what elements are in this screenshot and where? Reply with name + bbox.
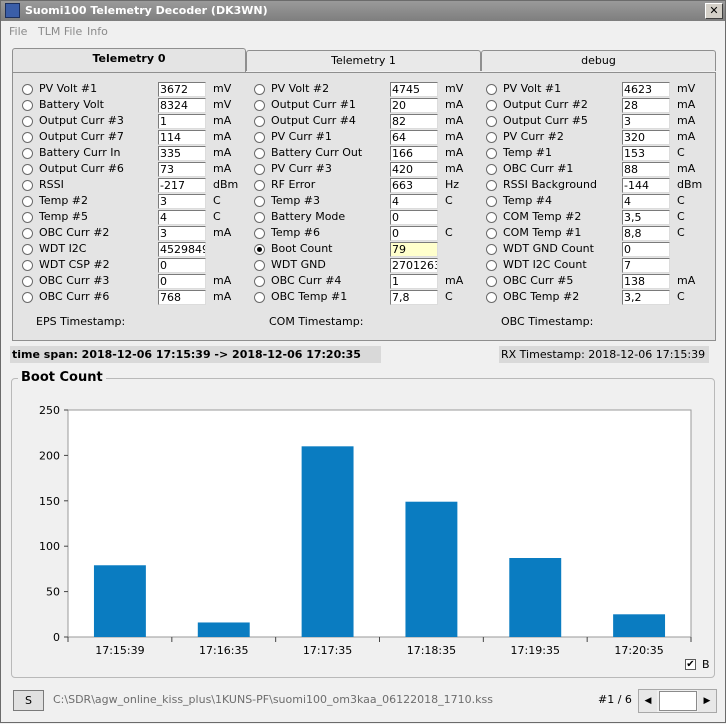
bar: [405, 501, 458, 637]
y-tick-label: 50: [46, 586, 60, 599]
legend-label: B: [702, 658, 710, 671]
y-tick-label: 100: [39, 540, 60, 553]
tab-telemetry-0[interactable]: Telemetry 0: [12, 48, 246, 72]
bar: [509, 558, 562, 637]
app-window: Suomi100 Telemetry Decoder (DK3WN) ✕ Fil…: [0, 0, 726, 723]
bar: [93, 565, 146, 637]
y-tick-label: 150: [39, 495, 60, 508]
y-tick-label: 250: [39, 404, 60, 417]
bar: [301, 446, 354, 637]
scroll-thumb[interactable]: [659, 691, 697, 711]
bar: [197, 622, 250, 637]
y-tick-label: 200: [39, 449, 60, 462]
file-path: C:\SDR\agw_online_kiss_plus\1KUNS-PF\suo…: [53, 693, 493, 706]
x-tick-label: 17:19:35: [511, 644, 560, 657]
x-tick-label: 17:15:39: [95, 644, 144, 657]
x-tick-label: 17:16:35: [199, 644, 248, 657]
x-tick-label: 17:17:35: [303, 644, 352, 657]
bar: [613, 614, 666, 637]
plot-area: [67, 409, 692, 638]
scroll-left-arrow-icon[interactable]: ◀: [639, 690, 657, 712]
page-scrollbar[interactable]: ◀ ▶: [638, 689, 717, 713]
s-button[interactable]: S: [13, 690, 44, 711]
y-tick-label: 0: [53, 631, 60, 644]
page-indicator: #1 / 6: [598, 693, 632, 706]
x-tick-label: 17:20:35: [614, 644, 663, 657]
x-tick-label: 17:18:35: [407, 644, 456, 657]
scroll-right-arrow-icon[interactable]: ▶: [698, 690, 716, 712]
legend-checkbox[interactable]: ✔: [685, 659, 696, 670]
boot-count-chart: 0 50 100 150 200 250 17:15:39 17:16:35 17:17:35 1…: [39, 404, 692, 657]
